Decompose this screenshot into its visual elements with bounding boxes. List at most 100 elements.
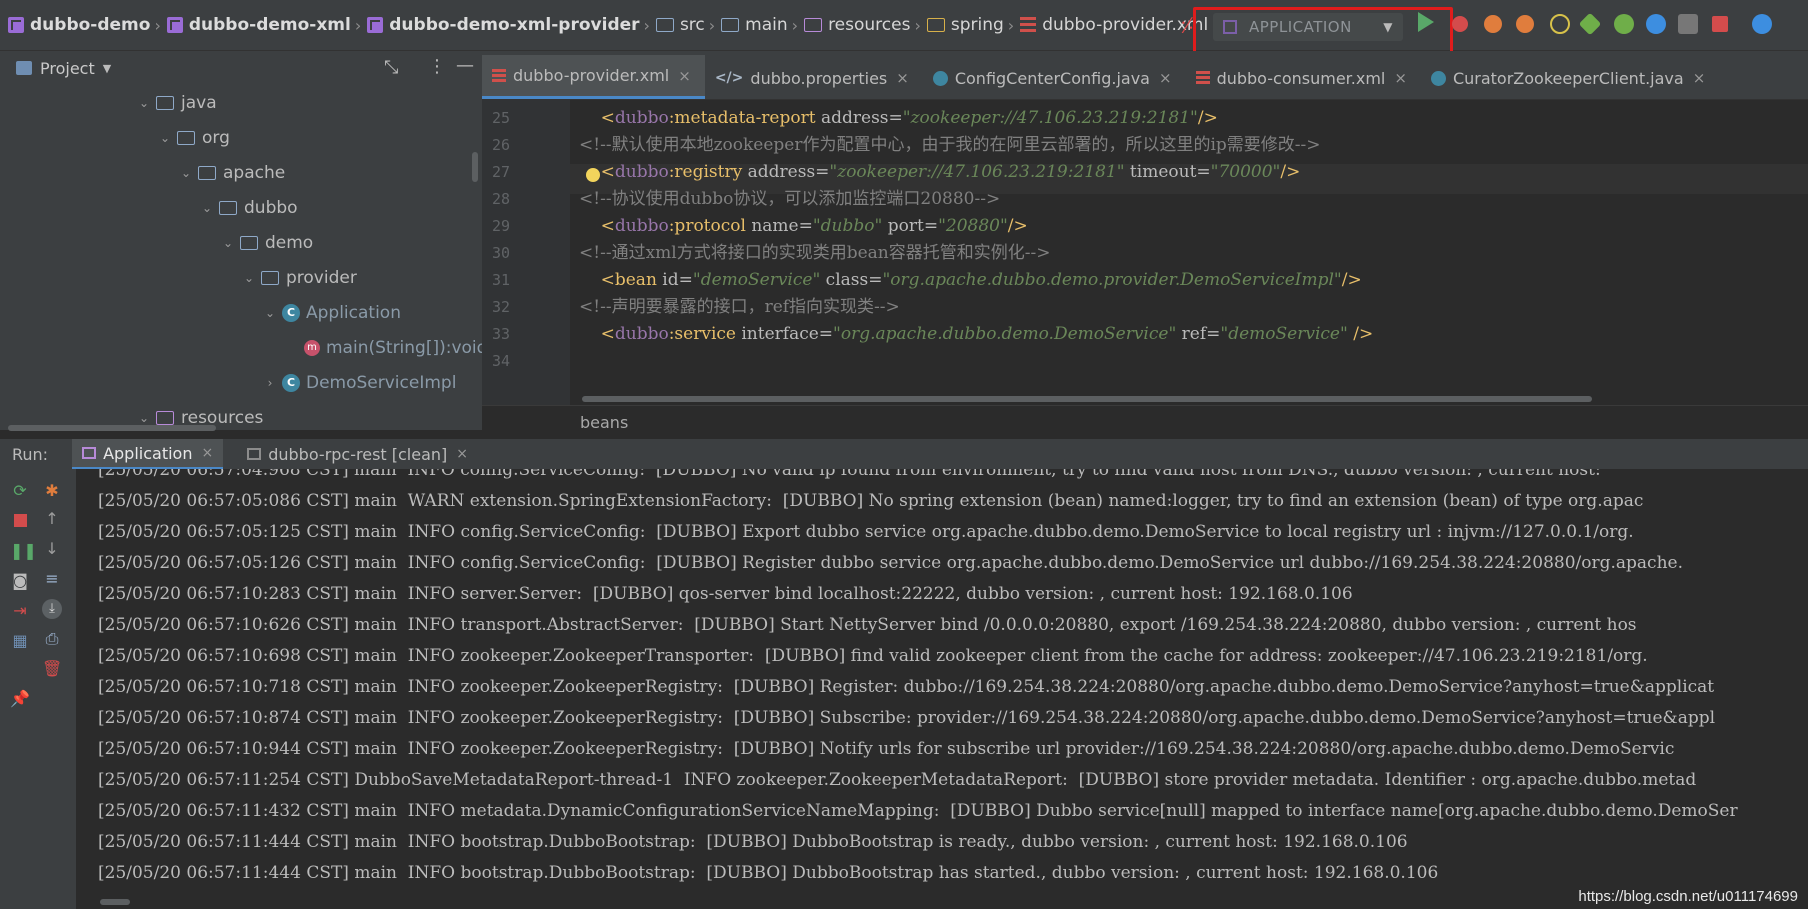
chevron-down-icon[interactable]: ▼ bbox=[103, 62, 111, 75]
code-line: <dubbo:service interface="org.apache.dub… bbox=[579, 319, 1808, 349]
chevron-right-icon: › bbox=[1007, 15, 1015, 35]
tree-item-main-method[interactable]: m main(String[]):void bbox=[304, 331, 482, 365]
chevron-down-icon[interactable]: ⌄ bbox=[136, 411, 152, 425]
stop-icon[interactable] bbox=[1712, 16, 1728, 32]
tab-curatorzookeeperclient-java[interactable]: CuratorZookeeperClient.java × bbox=[1421, 57, 1719, 99]
run-with-coverage-icon[interactable] bbox=[1484, 15, 1502, 33]
scroll-to-end-icon[interactable]: ⤓ bbox=[42, 599, 62, 619]
camera-icon[interactable]: ◙ bbox=[10, 571, 30, 591]
vcs-icon[interactable] bbox=[1678, 14, 1698, 34]
chevron-right-icon[interactable]: › bbox=[262, 376, 278, 390]
run-target-icon[interactable] bbox=[1550, 14, 1570, 34]
breadcrumb-item-dubbo-demo[interactable]: dubbo-demo bbox=[8, 15, 150, 35]
code-token: :protocol bbox=[668, 216, 752, 236]
profile-icon[interactable] bbox=[1516, 15, 1534, 33]
rerun-icon[interactable]: ⟳ bbox=[10, 481, 30, 501]
code-token: <!--通过xml方式将接口的实现类用bean容器托管和实例化--> bbox=[579, 243, 1051, 263]
code-line: <!--默认使用本地zookeeper作为配置中心，由于我的在阿里云部署的，所以… bbox=[579, 130, 1808, 160]
console-log-line: [25/05/20 06:57:10:718 CST] main INFO zo… bbox=[98, 677, 1715, 697]
search-everywhere-icon[interactable] bbox=[1752, 14, 1772, 34]
arrow-down-icon[interactable]: ↓ bbox=[42, 539, 62, 559]
console-output[interactable]: [25/05/20 06:57:04.968 CST] main INFO co… bbox=[76, 469, 1808, 909]
tree-item-dubbo[interactable]: ⌄ dubbo bbox=[199, 191, 298, 225]
hide-panel-icon[interactable]: — bbox=[456, 55, 474, 76]
tab-dubbo-consumer-xml[interactable]: dubbo-consumer.xml × bbox=[1186, 57, 1421, 99]
build-project-icon[interactable] bbox=[1578, 12, 1602, 36]
tree-item-label: Application bbox=[306, 303, 401, 323]
attach-debugger-icon[interactable]: ✱ bbox=[42, 481, 62, 501]
tree-item-apache[interactable]: ⌄ apache bbox=[178, 156, 285, 190]
tree-item-application[interactable]: ⌄ C Application bbox=[262, 296, 401, 330]
code-token: ref= bbox=[1176, 324, 1221, 344]
horizontal-scrollbar[interactable] bbox=[8, 425, 216, 431]
close-icon[interactable]: × bbox=[1693, 69, 1706, 87]
code-token: "org.apache.dubbo.demo.provider.DemoServ… bbox=[882, 270, 1342, 290]
breadcrumb-item-src[interactable]: src bbox=[655, 15, 705, 35]
tab-dubbo-provider-xml[interactable]: dubbo-provider.xml × bbox=[482, 55, 705, 99]
soft-wrap-icon[interactable]: ≡ bbox=[42, 569, 62, 589]
chevron-down-icon[interactable]: ⌄ bbox=[157, 131, 173, 145]
run-configuration-dropdown[interactable]: APPLICATION ▼ bbox=[1213, 13, 1403, 41]
breadcrumb-item-main[interactable]: main bbox=[721, 15, 788, 35]
breadcrumb-item-dubbo-demo-xml[interactable]: dubbo-demo-xml bbox=[166, 15, 351, 35]
tree-item-java[interactable]: ⌄ java bbox=[136, 86, 217, 120]
print-icon[interactable]: ⎙ bbox=[42, 629, 62, 649]
debug-icon[interactable] bbox=[1452, 16, 1468, 32]
tree-item-label: java bbox=[181, 93, 217, 113]
code-token: address= bbox=[747, 162, 830, 182]
project-title[interactable]: Project bbox=[40, 59, 95, 78]
chevron-down-icon[interactable]: ⌄ bbox=[262, 306, 278, 320]
resources-folder-icon bbox=[804, 18, 823, 32]
lightbulb-icon[interactable] bbox=[586, 168, 600, 182]
code-token: timeout= bbox=[1124, 162, 1211, 182]
tree-item-demoserviceimpl[interactable]: › C DemoServiceImpl bbox=[262, 366, 457, 400]
line-number: 28 bbox=[491, 190, 510, 208]
tree-item-demo[interactable]: ⌄ demo bbox=[220, 226, 313, 260]
help-icon[interactable] bbox=[1646, 14, 1666, 34]
tab-configcenterconfig-java[interactable]: ConfigCenterConfig.java × bbox=[923, 57, 1186, 99]
breadcrumb-item-resources[interactable]: resources bbox=[804, 15, 910, 35]
chevron-down-icon[interactable]: ⌄ bbox=[220, 236, 236, 250]
close-icon[interactable]: × bbox=[456, 446, 468, 462]
pause-icon[interactable]: ❚❚ bbox=[10, 541, 37, 561]
stop-icon[interactable] bbox=[10, 511, 30, 531]
chevron-down-icon[interactable]: ⌄ bbox=[178, 166, 194, 180]
console-log-line: [25/05/20 06:57:11:444 CST] main INFO bo… bbox=[98, 832, 1408, 852]
pin-icon[interactable]: 📌 bbox=[10, 689, 30, 709]
close-icon[interactable]: × bbox=[896, 69, 909, 87]
layout-icon[interactable]: ▦ bbox=[10, 631, 30, 651]
close-icon[interactable]: × bbox=[1159, 69, 1172, 87]
code-editor[interactable]: 25 26 27 28 29 30 31 32 33 34 <dubbo:metadata-rep… bbox=[482, 100, 1808, 405]
code-token: "dubbo" bbox=[812, 216, 883, 236]
chevron-down-icon[interactable]: ⌄ bbox=[199, 201, 215, 215]
run-button[interactable] bbox=[1418, 12, 1434, 32]
close-icon[interactable]: × bbox=[1394, 69, 1407, 87]
collapse-all-icon[interactable]: ⤡ bbox=[384, 57, 398, 78]
horizontal-scrollbar[interactable] bbox=[100, 899, 130, 905]
arrow-up-icon[interactable]: ↑ bbox=[42, 509, 62, 529]
exit-icon[interactable]: ⇥ bbox=[10, 601, 30, 621]
chevron-right-icon: › bbox=[643, 15, 650, 35]
bug-icon[interactable] bbox=[1614, 14, 1634, 34]
editor-breadcrumb-item[interactable]: beans bbox=[580, 413, 628, 432]
trash-icon[interactable]: 🗑 bbox=[42, 659, 62, 679]
breadcrumb-item-spring[interactable]: spring bbox=[926, 15, 1004, 35]
tree-item-org[interactable]: ⌄ org bbox=[157, 121, 230, 155]
more-options-icon[interactable]: ⋮ bbox=[428, 56, 446, 77]
breadcrumb-label: spring bbox=[950, 15, 1004, 35]
close-icon[interactable]: × bbox=[678, 67, 691, 85]
close-icon[interactable]: × bbox=[201, 445, 213, 461]
run-tab-application[interactable]: Application × bbox=[72, 439, 224, 469]
horizontal-scrollbar[interactable] bbox=[582, 396, 1592, 402]
chevron-down-icon[interactable]: ⌄ bbox=[136, 96, 152, 110]
breadcrumb-item-dubbo-demo-xml-provider[interactable]: dubbo-demo-xml-provider bbox=[367, 15, 640, 35]
tree-item-provider[interactable]: ⌄ provider bbox=[241, 261, 357, 295]
editor-breadcrumb: beans bbox=[482, 405, 1808, 440]
run-tab-dubbo-rpc-rest[interactable]: dubbo-rpc-rest [clean] × bbox=[237, 439, 478, 469]
code-token: "70000" bbox=[1210, 162, 1281, 182]
console-log-line: [25/05/20 06:57:11:432 CST] main INFO me… bbox=[98, 801, 1738, 821]
chevron-down-icon[interactable]: ⌄ bbox=[241, 271, 257, 285]
breadcrumb-label: resources bbox=[828, 15, 911, 35]
tab-dubbo-properties[interactable]: </> dubbo.properties × bbox=[705, 57, 923, 99]
vertical-scrollbar[interactable] bbox=[472, 152, 478, 182]
